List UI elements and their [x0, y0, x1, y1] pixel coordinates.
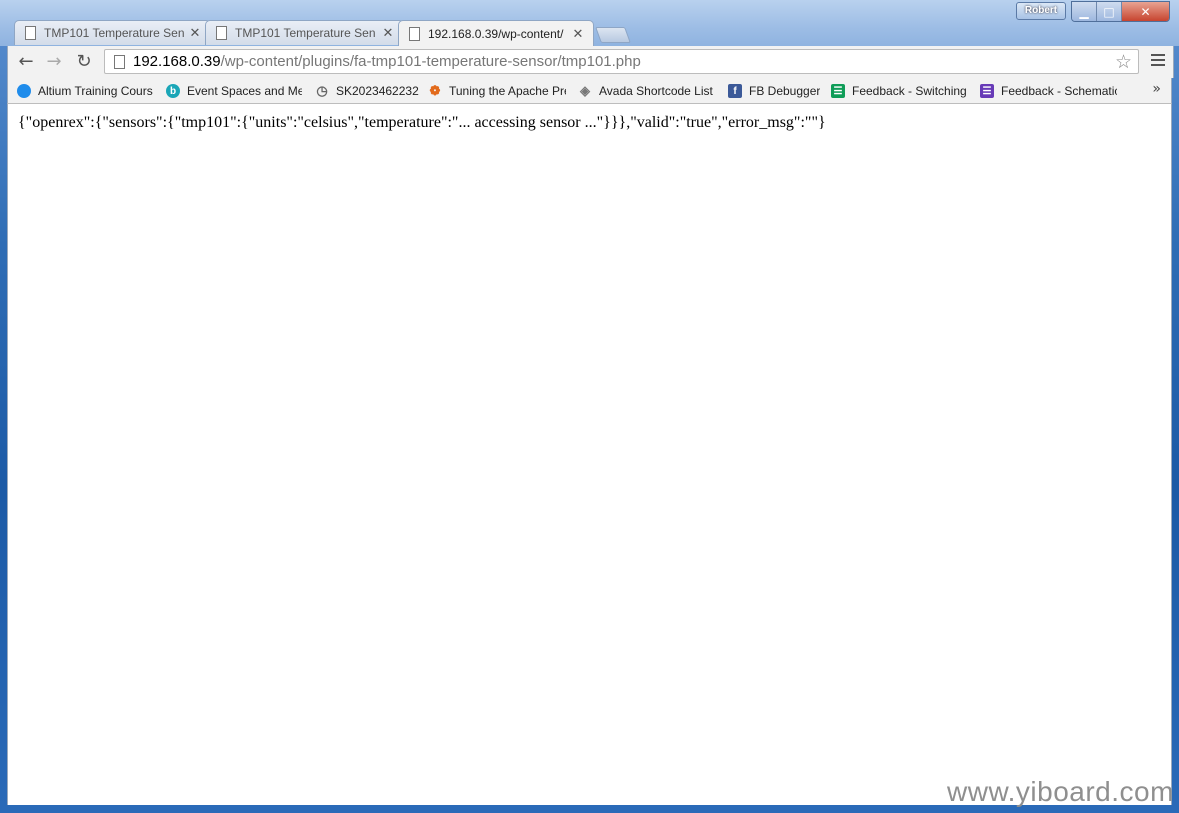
bookmark-apache[interactable]: ❁ Tuning the Apache Pre: [428, 82, 566, 100]
minimize-button[interactable]: ▁: [1072, 2, 1097, 21]
bookmark-star-icon[interactable]: ☆: [1115, 50, 1132, 74]
json-response-text: {"openrex":{"sensors":{"tmp101":{"units"…: [18, 114, 826, 131]
history-icon: ◷: [316, 83, 328, 98]
bookmark-label: Feedback - Switching: [852, 84, 967, 98]
page-content: {"openrex":{"sensors":{"tmp101":{"units"…: [7, 104, 1172, 805]
reload-icon[interactable]: ↻: [74, 52, 94, 72]
close-tab-icon[interactable]: ✕: [381, 25, 395, 41]
page-info-icon[interactable]: [114, 55, 125, 69]
new-tab-button[interactable]: [595, 27, 631, 43]
avada-icon: ◈: [580, 83, 590, 98]
page-icon: [25, 26, 36, 40]
bookmark-label: Tuning the Apache Pre: [449, 84, 566, 98]
bookmark-label: Feedback - Schematic: [1001, 84, 1117, 98]
tab-title: TMP101 Temperature Sen: [44, 26, 185, 40]
bookmarks-bar: Altium Training Cours b Event Spaces and…: [7, 78, 1172, 104]
back-arrow-icon[interactable]: ←: [16, 52, 36, 72]
bookmark-fb-debugger[interactable]: f FB Debugger: [728, 82, 824, 100]
close-tab-icon[interactable]: ✕: [571, 26, 585, 42]
tab-title: 192.168.0.39/wp-content/: [428, 26, 564, 41]
bookmark-event-spaces[interactable]: b Event Spaces and Mee: [166, 82, 302, 100]
bookmark-label: Altium Training Cours: [38, 84, 153, 98]
b-badge-icon: b: [166, 84, 180, 98]
bookmark-sk2023462232[interactable]: ◷ SK2023462232: [315, 82, 419, 100]
page-icon: [216, 26, 227, 40]
browser-toolbar: ← → ↻ 192.168.0.39/wp-content/plugins/fa…: [7, 46, 1174, 78]
url-path: /wp-content/plugins/fa-tmp101-temperatur…: [220, 53, 641, 70]
tab-title: TMP101 Temperature Sen: [235, 26, 376, 40]
bookmark-label: FB Debugger: [749, 84, 821, 98]
bookmark-feedback-schematic[interactable]: ☰ Feedback - Schematic: [980, 82, 1117, 100]
bookmark-label: SK2023462232: [336, 84, 419, 98]
address-bar[interactable]: 192.168.0.39/wp-content/plugins/fa-tmp10…: [104, 49, 1139, 74]
forms-icon: ☰: [980, 84, 994, 98]
bookmark-label: Avada Shortcode List: [599, 84, 713, 98]
url-host: 192.168.0.39: [133, 53, 221, 70]
tab-tmp101-1[interactable]: TMP101 Temperature Sen ✕: [14, 20, 211, 45]
facebook-icon: f: [728, 84, 742, 98]
tab-active-json[interactable]: 192.168.0.39/wp-content/ ✕: [398, 20, 594, 46]
more-bookmarks-chevron-icon[interactable]: »: [1152, 81, 1161, 97]
close-tab-icon[interactable]: ✕: [188, 25, 202, 41]
bookmark-altium[interactable]: Altium Training Cours: [17, 82, 159, 100]
close-window-button[interactable]: ✕: [1122, 2, 1169, 21]
bookmark-avada[interactable]: ◈ Avada Shortcode List: [578, 82, 713, 100]
address-url[interactable]: 192.168.0.39/wp-content/plugins/fa-tmp10…: [133, 52, 641, 72]
bookmark-label: Event Spaces and Mee: [187, 84, 302, 98]
hamburger-menu-icon[interactable]: [1151, 54, 1165, 69]
sheets-icon: ☰: [831, 84, 845, 98]
tab-tmp101-2[interactable]: TMP101 Temperature Sen ✕: [205, 20, 404, 45]
cloud-icon: [17, 84, 31, 98]
bookmark-feedback-switching[interactable]: ☰ Feedback - Switching: [831, 82, 967, 100]
apache-icon: ❁: [429, 83, 441, 98]
page-icon: [409, 26, 420, 41]
watermark: www.yiboard.com: [947, 776, 1174, 807]
profile-badge[interactable]: Robert: [1016, 2, 1066, 20]
maximize-button[interactable]: □: [1097, 2, 1122, 21]
window-controls: ▁ □ ✕: [1071, 1, 1170, 22]
tab-strip: TMP101 Temperature Sen ✕ TMP101 Temperat…: [14, 20, 631, 46]
forward-arrow-icon[interactable]: →: [44, 52, 64, 72]
